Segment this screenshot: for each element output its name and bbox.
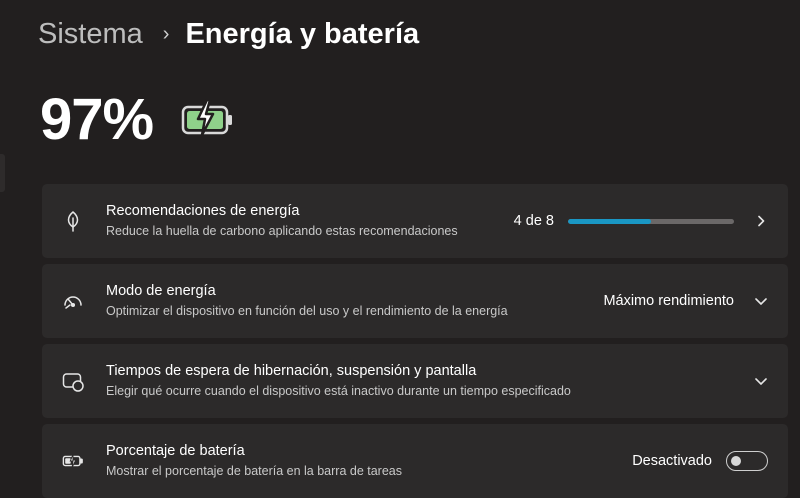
breadcrumb: Sistema › Energía y batería [38,14,419,54]
chevron-down-icon[interactable] [754,374,768,388]
breadcrumb-separator: › [162,22,170,45]
battery-percent: 97% [40,86,154,152]
chevron-right-icon[interactable] [754,214,768,228]
battery-status: 97% [40,84,235,154]
screen-sleep-icon [62,370,84,392]
battery-percent-icon [62,450,84,472]
card-sleep-timeouts[interactable]: Tiempos de espera de hibernación, suspen… [42,344,788,418]
card-battery-percentage: Porcentaje de batería Mostrar el porcent… [42,424,788,498]
card-title: Porcentaje de batería [106,443,245,459]
leaf-icon [62,210,84,232]
nav-pane-edge [0,154,5,192]
battery-percentage-toggle[interactable] [726,451,768,471]
battery-percentage-state: Desactivado [632,453,712,469]
card-power-mode[interactable]: Modo de energía Optimizar el dispositivo… [42,264,788,338]
recommendations-progress-bar [568,218,734,224]
progress-fill [568,218,651,224]
battery-charging-icon [181,98,235,144]
card-title: Recomendaciones de energía [106,203,300,219]
page-title: Energía y batería [185,17,420,50]
toggle-knob [731,456,741,466]
recommendations-count: 4 de 8 [513,213,554,229]
gauge-icon [62,290,84,312]
card-subtitle: Mostrar el porcentaje de batería en la b… [106,464,403,478]
power-mode-select-value[interactable]: Máximo rendimiento [603,293,734,309]
card-energy-recommendations[interactable]: Recomendaciones de energía Reduce la hue… [42,184,788,258]
chevron-down-icon[interactable] [754,294,768,308]
breadcrumb-parent-sistema[interactable]: Sistema [38,18,143,51]
card-title: Tiempos de espera de hibernación, suspen… [106,363,477,379]
card-subtitle: Elegir qué ocurre cuando el dispositivo … [106,384,571,398]
card-title: Modo de energía [106,283,216,299]
card-subtitle: Optimizar el dispositivo en función del … [106,304,508,318]
card-subtitle: Reduce la huella de carbono aplicando es… [106,224,458,238]
